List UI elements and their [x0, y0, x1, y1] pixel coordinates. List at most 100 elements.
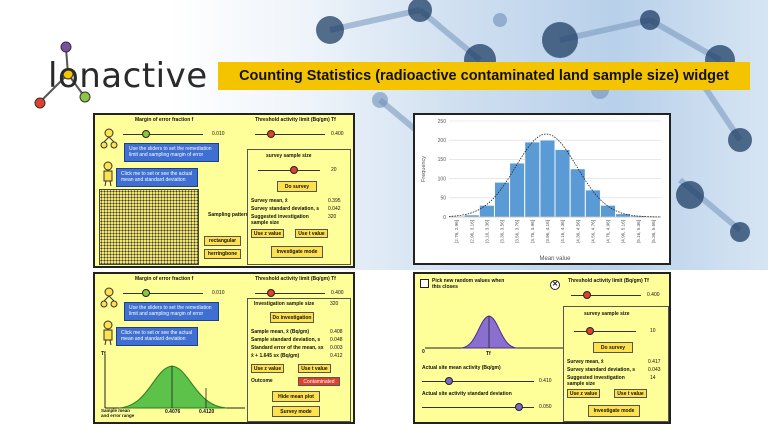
- site-mean-knob[interactable]: [445, 377, 453, 385]
- suggested-size-value: 14: [650, 375, 656, 381]
- do-survey-button[interactable]: Do survey: [593, 342, 633, 353]
- suggested-size-label: Suggested investigation sample size: [567, 375, 625, 387]
- histogram-chart: 0 50 100 150 200 250 [2.76, 2.96] (2.96, 3.16] (…: [421, 119, 661, 262]
- threshold-knob[interactable]: [267, 289, 275, 297]
- person-icon[interactable]: [101, 161, 115, 187]
- upper-marker-value: 0.4120: [199, 409, 215, 415]
- page-title: Counting Statistics (radioactive contami…: [239, 68, 729, 84]
- threshold-knob[interactable]: [267, 130, 275, 138]
- x-tick-label: (4.96, 5.16]: [621, 220, 626, 243]
- site-distribution-plot: [425, 315, 565, 349]
- new-random-values-label: Pick new random values when this closes: [432, 278, 505, 290]
- survey-controls-box: survey sample size 20 Do survey Survey m…: [247, 149, 351, 265]
- suggested-size-value: 320: [328, 214, 337, 220]
- margin-of-error-value: 0.010: [212, 290, 225, 296]
- x-tick-label: (4.56, 4.76]: [590, 220, 595, 243]
- instruction-tip-mean-sd[interactable]: Click me to set or see the actual mean a…: [116, 327, 198, 346]
- threshold-value: 0.400: [331, 131, 344, 137]
- do-investigation-button[interactable]: Do investigation: [270, 312, 314, 323]
- x-tick-label: (3.96, 4.16]: [545, 220, 550, 243]
- x-tick-label: (3.56, 3.76]: [515, 220, 520, 243]
- sample-size-knob[interactable]: [290, 166, 298, 174]
- histogram-bar: [479, 205, 495, 218]
- threshold-slider[interactable]: [571, 295, 641, 296]
- survey-mean-label: Survey mean, x̄: [567, 359, 604, 365]
- margin-of-error-knob[interactable]: [142, 289, 150, 297]
- plot-axis-label: Sample mean and error range: [101, 408, 135, 418]
- threshold-slider[interactable]: [255, 134, 325, 135]
- survey-sd-value: 0.043: [648, 367, 661, 373]
- herringbone-button[interactable]: herringbone: [204, 249, 241, 259]
- y-axis-title: Frequency: [421, 156, 427, 182]
- sample-size-slider[interactable]: [258, 170, 320, 171]
- use-t-button[interactable]: Use t value: [614, 389, 647, 398]
- site-mean-label: Actual site mean activity (Bq/gm): [422, 365, 501, 371]
- x-tick-label: (5.36, 5.56]: [651, 220, 656, 243]
- survey-mode-button[interactable]: Survey mode: [272, 406, 320, 417]
- sample-size-label: survey sample size: [584, 311, 630, 317]
- histogram-bar: [524, 141, 540, 218]
- threshold-value: 0.400: [647, 292, 660, 298]
- sampling-grid: [99, 189, 199, 265]
- sampling-pattern-label: Sampling pattern: [208, 212, 249, 218]
- sample-sd-label: Sample standard deviation, s: [251, 337, 321, 343]
- use-t-button[interactable]: Use t value: [295, 229, 328, 238]
- instruction-tip-sliders: Use the sliders to set the remediation l…: [124, 143, 219, 162]
- logo-text: lonactive: [48, 56, 208, 96]
- use-z-button[interactable]: Use z value: [251, 229, 284, 238]
- hide-mean-plot-button[interactable]: Hide mean plot: [272, 391, 320, 402]
- y-tick-label: 0: [443, 215, 446, 221]
- x-tick-label: (2.96, 3.16]: [469, 220, 474, 243]
- threshold-value: 0.400: [331, 290, 344, 296]
- threshold-label: Threshold activity limit (Bq/gm) Tf: [255, 117, 336, 123]
- histogram-bar: [615, 213, 631, 218]
- margin-of-error-slider[interactable]: [123, 134, 203, 135]
- sample-size-value: 20: [331, 167, 337, 173]
- rectangular-button[interactable]: rectangular: [204, 236, 241, 246]
- site-mean-slider[interactable]: [422, 381, 534, 382]
- molecule-helper-icon: [100, 128, 118, 149]
- x-tick-label: (4.16, 4.36]: [560, 220, 565, 243]
- site-sd-knob[interactable]: [515, 403, 523, 411]
- investigate-mode-button[interactable]: Investigate mode: [588, 405, 640, 417]
- sample-size-slider[interactable]: [574, 331, 636, 332]
- histogram-chart-panel: 0 50 100 150 200 250 [2.76, 2.96] (2.96, 3.16] (…: [413, 113, 671, 265]
- investigation-size-label: Investigation sample size: [254, 301, 315, 307]
- close-icon[interactable]: ✕: [550, 280, 560, 290]
- site-sd-value: 0.050: [539, 404, 552, 410]
- actual-values-panel: Pick new random values when this closes …: [413, 272, 671, 424]
- survey-sd-value: 0.042: [328, 206, 341, 212]
- site-mean-value: 0.410: [539, 378, 552, 384]
- do-survey-button[interactable]: Do survey: [277, 181, 317, 192]
- investigate-mode-button[interactable]: Investigate mode: [271, 246, 323, 258]
- threshold-knob[interactable]: [583, 291, 591, 299]
- person-icon[interactable]: [101, 320, 115, 346]
- x-tick-label: (4.76, 4.96]: [606, 220, 611, 243]
- margin-of-error-slider[interactable]: [123, 293, 203, 294]
- instruction-tip-mean-sd[interactable]: Click me to set or see the actual mean a…: [116, 168, 198, 187]
- sample-size-label: survey sample size: [266, 153, 312, 159]
- histogram-bar: [600, 205, 616, 218]
- outcome-status-badge: Contaminated: [298, 377, 340, 386]
- molecule-helper-icon: [100, 287, 118, 308]
- margin-of-error-knob[interactable]: [142, 130, 150, 138]
- y-tick-label: 150: [438, 157, 447, 163]
- investigation-widget-panel: Margin of error fraction f 0.010 Thresho…: [93, 272, 355, 424]
- tf-axis-label: Tf: [101, 351, 106, 357]
- threshold-slider[interactable]: [255, 293, 325, 294]
- survey-mean-value: 0.417: [648, 359, 661, 365]
- suggested-size-label: Suggested investigation sample size: [251, 214, 309, 226]
- y-tick-label: 250: [438, 119, 447, 125]
- mean-marker-value: 0.4076: [165, 409, 181, 415]
- use-z-button[interactable]: Use z value: [251, 364, 284, 373]
- new-random-values-checkbox[interactable]: [420, 279, 429, 288]
- sample-size-knob[interactable]: [586, 327, 594, 335]
- outcome-label: Outcome: [251, 378, 273, 384]
- margin-of-error-label: Margin of error fraction f: [135, 276, 194, 282]
- x-tick-label: [2.76, 2.96]: [454, 220, 459, 243]
- survey-sd-label: Survey standard deviation, s: [251, 206, 320, 212]
- site-sd-label: Actual site activity standard deviation: [422, 391, 512, 397]
- x-tick-label: (4.36, 4.56]: [575, 220, 580, 243]
- use-z-button[interactable]: Use z value: [567, 389, 600, 398]
- use-t-button[interactable]: Use t value: [298, 364, 331, 373]
